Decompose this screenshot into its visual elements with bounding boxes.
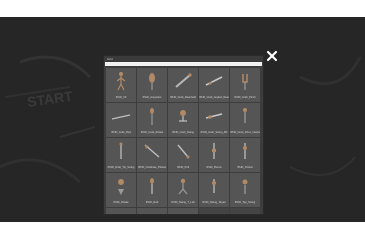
asset-tile[interactable]: IPHD_03 — [106, 68, 136, 102]
tile-label: IPHD_Pull — [177, 166, 189, 169]
search-input[interactable] — [105, 62, 262, 66]
wand-icon — [150, 108, 154, 125]
tile-label: IPHD_Grab_Rod — [111, 131, 131, 134]
swing-target-icon — [212, 179, 216, 193]
slider-icon — [212, 143, 216, 159]
asset-tile[interactable]: IPHD_Grab_Reanheld — [168, 68, 198, 102]
chalk-text: START — [26, 88, 74, 110]
asset-tile[interactable] — [137, 208, 167, 215]
asset-tile[interactable]: IPHD_Grab_Rotate — [137, 103, 167, 137]
empty-tile — [230, 208, 260, 214]
tile-label: IPHD_Swing_T_Left — [171, 201, 195, 204]
asset-tile[interactable]: IPHD_Grab_Rod — [106, 103, 136, 137]
asset-tile[interactable]: IPHD_Grab_Pinch — [230, 68, 260, 102]
close-button[interactable] — [266, 50, 278, 62]
asset-tile[interactable]: IPHD_Grab_Drive_Interlock — [230, 103, 260, 137]
asset-tile[interactable]: IPHD_Pull — [168, 138, 198, 172]
asset-tile[interactable]: IPHD_Plecce — [199, 138, 229, 172]
asset-tile[interactable]: IPHD_Grab_Angled_Reach_Bat — [199, 68, 229, 102]
tap-icon — [242, 179, 248, 194]
tile-label: IPHD_Grab_Reanheld — [170, 96, 196, 99]
asset-tile[interactable]: IPHD_Ampedeo — [137, 68, 167, 102]
tile-label: IPHD_Grab_Rotate — [140, 131, 164, 134]
tile-label: IPHD_Pocket — [237, 166, 253, 169]
asset-tile[interactable]: IPHD_Grab_Swing — [168, 103, 198, 137]
close-icon — [266, 50, 278, 62]
tile-label: IPHD_Ampedeo — [142, 96, 162, 99]
baton-icon — [175, 73, 192, 88]
pointer-icon — [205, 76, 223, 86]
asset-tile[interactable]: IPHD_Swing_Target — [199, 173, 229, 207]
pointer-icon — [205, 113, 223, 119]
empty-tile — [199, 208, 229, 214]
asset-tile[interactable]: IPHD_Tap_Swing — [230, 173, 260, 207]
asset-tile[interactable] — [168, 208, 198, 215]
hand-rotate-icon — [118, 179, 124, 195]
asset-grid: IPHD_03 IPHD_Ampedeo IPHD_Grab_Reanheld — [106, 68, 262, 215]
tile-label: IPHD_Grab_Swing_Mit — [200, 131, 228, 134]
tile-label: IPHD_Grab_Swing — [172, 131, 194, 134]
tile-label: IPHD_Rotate — [113, 201, 129, 204]
asset-picker-dialog: Grid IPHD_03 IPHD_Ampedeo IPHD_Grab_Rean… — [103, 55, 264, 215]
asset-tile[interactable]: IPHD_Clodinate_Plazed — [137, 138, 167, 172]
hand-icon — [242, 74, 248, 90]
pull-icon — [177, 144, 190, 159]
asset-tile[interactable] — [106, 208, 136, 215]
screen: START Grid IPHD_03 IPHD_Ampedeo IPHD_Gra… — [0, 0, 365, 240]
tile-label: IPHD_Grab_Drive_Interlock — [230, 131, 260, 134]
asset-tile[interactable]: IPHD_Draft_Tip_Swing — [106, 138, 136, 172]
modal-overlay: START Grid IPHD_03 IPHD_Ampedeo IPHD_Gra… — [0, 17, 365, 222]
needle-icon — [119, 142, 123, 159]
tile-label: IPHD_Raft — [145, 201, 159, 204]
asset-tile[interactable]: IPHD_Pocket — [230, 138, 260, 172]
pocket-icon — [243, 143, 247, 159]
pin-icon — [109, 210, 133, 215]
glove-icon — [149, 73, 155, 90]
tile-label: IPHD_Swing_Target — [202, 201, 226, 204]
figure-icon — [243, 108, 247, 123]
tile-label: IPHD_03 — [115, 96, 127, 99]
asset-tile[interactable]: IPHD_Rotate — [106, 173, 136, 207]
arrow-icon — [144, 144, 160, 158]
asset-tile[interactable]: IPHD_Raft — [137, 173, 167, 207]
lever-icon — [179, 110, 187, 122]
tile-label: IPHD_Draft_Tip_Swing — [107, 166, 135, 169]
tile-label: IPHD_Plecce — [206, 166, 222, 169]
tile-label: IPHD_Clodinate_Plazed — [138, 166, 166, 169]
tile-label: IPHD_Grab_Angled_Reach_Bat — [199, 96, 229, 99]
rack-icon — [171, 210, 195, 215]
swing-left-icon — [178, 178, 188, 195]
tile-label: IPHD_Grab_Pinch — [234, 96, 256, 99]
stick-figure-icon — [116, 72, 126, 91]
rod-icon — [111, 114, 131, 120]
asset-tile[interactable]: IPHD_Grab_Swing_Mit — [199, 103, 229, 137]
asset-tile[interactable]: IPHD_Swing_T_Left — [168, 173, 198, 207]
tile-label: IPHD_Tap_Swing — [234, 201, 256, 204]
blank-icon — [140, 210, 164, 215]
paddle-icon — [150, 178, 154, 194]
